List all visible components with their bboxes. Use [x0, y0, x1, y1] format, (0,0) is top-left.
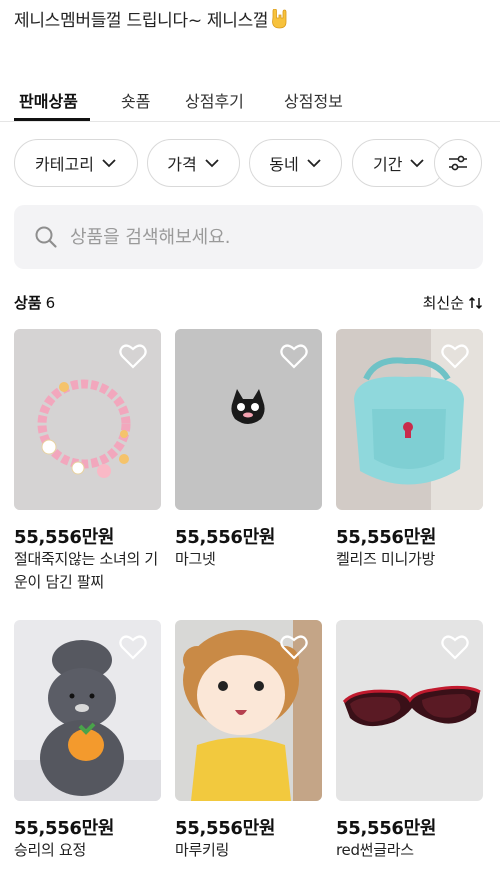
shop-tabs: 판매상품 숏폼 상점후기 상점정보	[0, 84, 500, 122]
tab-products[interactable]: 판매상품	[19, 88, 78, 112]
heart-icon[interactable]	[441, 634, 469, 660]
product-price: 55,556만원	[14, 818, 115, 839]
chevron-down-icon	[410, 159, 425, 168]
product-count-label: 상품 6	[14, 292, 55, 313]
product-name: 절대죽지않는 소녀의 기운이 담긴 팔찌	[14, 550, 158, 591]
product-price: 55,556만원	[336, 818, 437, 839]
product-price: 55,556만원	[336, 527, 437, 548]
filter-neighborhood-button[interactable]: 동네	[249, 139, 342, 187]
filter-price-label: 가격	[167, 155, 197, 174]
product-thumbnail[interactable]	[336, 329, 483, 510]
product-thumbnail[interactable]	[175, 620, 322, 801]
heart-icon[interactable]	[441, 343, 469, 369]
heart-icon[interactable]	[119, 634, 147, 660]
product-search-bar[interactable]	[14, 205, 483, 269]
search-icon	[35, 226, 57, 248]
filter-bar: 카테고리 가격 동네 기간	[14, 139, 500, 187]
shop-intro: 제니스멤버들껄 드립니다~ 제니스껄	[14, 6, 288, 31]
product-price: 55,556만원	[14, 527, 115, 548]
shop-intro-text: 제니스멤버들껄 드립니다~ 제니스껄	[14, 11, 269, 31]
sliders-icon	[449, 155, 467, 171]
product-thumbnail[interactable]	[14, 329, 161, 510]
tab-shop-info[interactable]: 상점정보	[284, 88, 343, 112]
filter-period-button[interactable]: 기간	[352, 139, 445, 187]
active-tab-indicator	[14, 118, 90, 121]
chevron-down-icon	[205, 159, 219, 168]
product-count-title: 상품	[14, 294, 42, 312]
heart-icon[interactable]	[280, 634, 308, 660]
heart-icon[interactable]	[280, 343, 308, 369]
product-price: 55,556만원	[175, 818, 276, 839]
product-name: red썬글라스	[336, 841, 414, 859]
sort-label: 최신순	[422, 294, 464, 312]
product-name: 켈리즈 미니가방	[336, 550, 435, 568]
product-count-number: 6	[45, 294, 56, 312]
product-name: 마그넷	[175, 550, 216, 568]
filter-settings-button[interactable]	[434, 139, 482, 187]
product-count-row: 상품 6 최신순	[14, 292, 484, 314]
heart-icon[interactable]	[119, 343, 147, 369]
filter-price-button[interactable]: 가격	[147, 139, 240, 187]
rock-hand-emoji-icon	[270, 8, 288, 29]
tab-reviews[interactable]: 상점후기	[185, 88, 244, 112]
chevron-down-icon	[102, 159, 116, 168]
product-thumbnail[interactable]	[14, 620, 161, 801]
product-name: 마루키링	[175, 841, 230, 859]
product-thumbnail[interactable]	[336, 620, 483, 801]
chevron-down-icon	[307, 159, 321, 168]
tab-shortform[interactable]: 숏폼	[121, 88, 150, 112]
product-price: 55,556만원	[175, 527, 276, 548]
filter-period-label: 기간	[373, 155, 403, 174]
filter-neighborhood-label: 동네	[269, 155, 299, 174]
product-name: 승리의 요정	[14, 841, 86, 859]
product-thumbnail[interactable]	[175, 329, 322, 510]
filter-category-label: 카테고리	[35, 155, 94, 174]
product-search-input[interactable]	[70, 226, 450, 248]
sort-button[interactable]: 최신순	[423, 292, 484, 313]
sort-arrows-icon	[468, 296, 483, 309]
filter-category-button[interactable]: 카테고리	[14, 139, 138, 187]
